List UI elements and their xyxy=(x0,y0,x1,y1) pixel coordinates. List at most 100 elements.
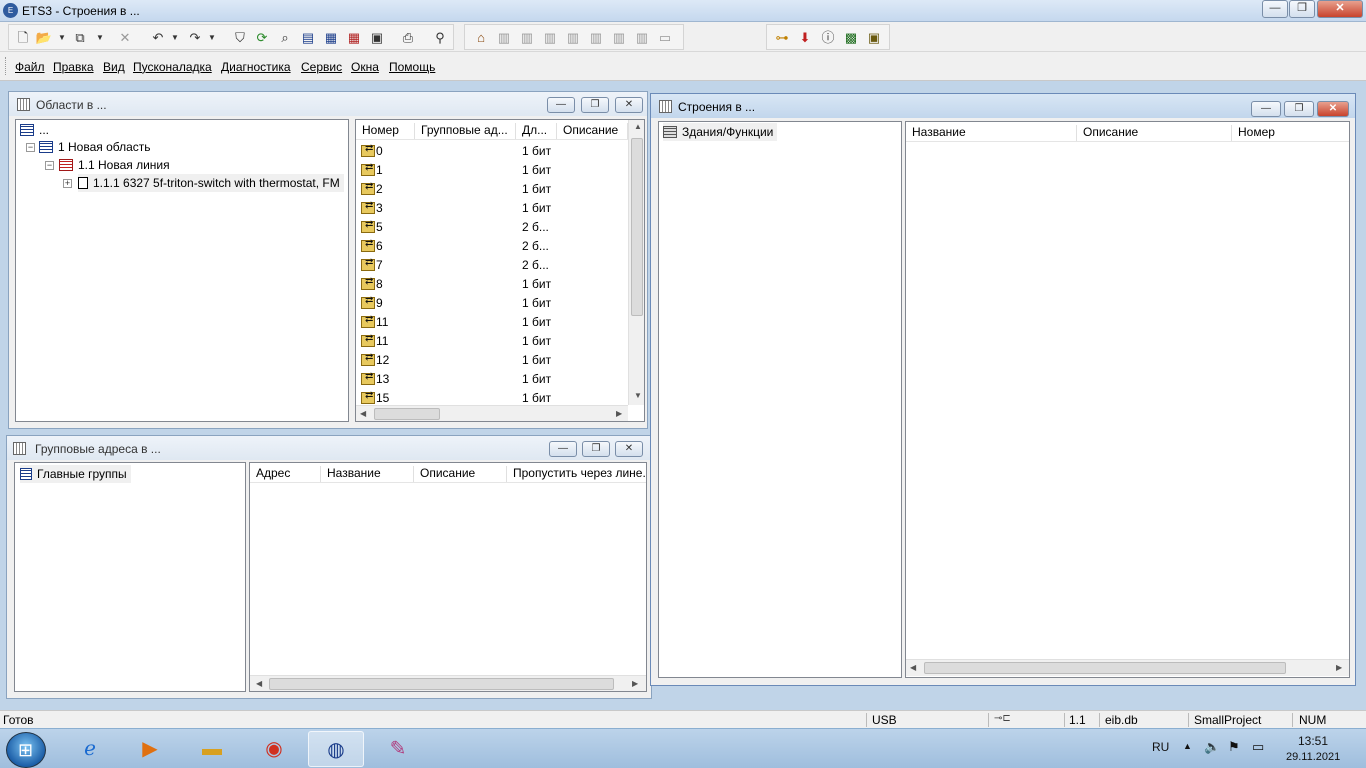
info-icon[interactable]: ⓘ xyxy=(819,29,837,47)
scroll-left-icon[interactable]: ◀ xyxy=(256,679,262,688)
areas-window-titlebar[interactable]: Области в ... — ❐ ✕ xyxy=(9,92,647,116)
list-row[interactable]: 5 2 б... xyxy=(356,218,628,237)
scroll-thumb[interactable] xyxy=(924,662,1286,674)
copy-icon[interactable]: ⧉ xyxy=(71,29,89,47)
group-minimize-button[interactable]: — xyxy=(549,441,577,457)
areas-minimize-button[interactable]: — xyxy=(547,97,575,113)
start-button[interactable] xyxy=(6,732,46,768)
column-header-name[interactable]: Название xyxy=(906,125,1077,141)
function-icon[interactable]: ▥ xyxy=(587,29,605,47)
menu-file[interactable]: Файл xyxy=(15,60,45,74)
function-icon[interactable]: ▥ xyxy=(633,29,651,47)
table-red-icon[interactable]: ▦ xyxy=(345,29,363,47)
building-icon[interactable]: ⌂ xyxy=(472,29,490,47)
column-header-pass-through-line[interactable]: Пропустить через лине... xyxy=(507,466,646,482)
clock-time[interactable]: 13:51 xyxy=(1298,734,1328,748)
scroll-up-icon[interactable]: ▲ xyxy=(634,122,642,131)
paint-icon[interactable]: ✎ xyxy=(370,731,426,767)
column-header-description[interactable]: Описание xyxy=(1077,125,1232,141)
list-row[interactable]: 1 1 бит xyxy=(356,161,628,180)
chrome-icon[interactable]: ◉ xyxy=(246,731,302,767)
list-row[interactable]: 8 1 бит xyxy=(356,275,628,294)
properties-icon[interactable]: ▤ xyxy=(299,29,317,47)
minimize-button[interactable]: — xyxy=(1262,0,1288,18)
menu-edit[interactable]: Правка xyxy=(53,60,94,74)
restore-button[interactable]: ❐ xyxy=(1289,0,1315,18)
menu-diagnostics[interactable]: Диагностика xyxy=(221,60,291,74)
list-row[interactable]: 12 1 бит xyxy=(356,351,628,370)
list-row[interactable]: 11 1 бит xyxy=(356,313,628,332)
language-indicator[interactable]: RU xyxy=(1152,740,1169,754)
menu-help[interactable]: Помощь xyxy=(389,60,435,74)
list-row[interactable]: 0 1 бит xyxy=(356,142,628,161)
function-icon[interactable]: ▥ xyxy=(518,29,536,47)
tree-item-area[interactable]: 1 Новая область xyxy=(39,138,151,156)
open-icon[interactable]: 📂 xyxy=(35,29,53,47)
menu-view[interactable]: Вид xyxy=(103,60,125,74)
binoculars-icon[interactable]: ⚲ xyxy=(431,29,449,47)
scroll-thumb[interactable] xyxy=(631,138,643,316)
list-row[interactable]: 7 2 б... xyxy=(356,256,628,275)
scroll-thumb[interactable] xyxy=(374,408,440,420)
filter-icon[interactable]: ⛉ xyxy=(231,29,249,47)
vertical-scrollbar[interactable]: ▲ ▼ xyxy=(628,120,644,405)
function-icon[interactable]: ▥ xyxy=(610,29,628,47)
group-restore-button[interactable]: ❐ xyxy=(582,441,610,457)
undo-dropdown-icon[interactable]: ▼ xyxy=(166,29,184,47)
list-row[interactable]: 11 1 бит xyxy=(356,332,628,351)
function-icon[interactable]: ▥ xyxy=(541,29,559,47)
areas-restore-button[interactable]: ❐ xyxy=(581,97,609,113)
areas-close-button[interactable]: ✕ xyxy=(615,97,643,113)
network-icon[interactable]: ▭ xyxy=(1252,739,1264,755)
list-row[interactable]: 2 1 бит xyxy=(356,180,628,199)
print-icon[interactable]: ⎙ xyxy=(399,29,417,47)
clock-date[interactable]: 29.11.2021 xyxy=(1286,751,1340,763)
buildings-restore-button[interactable]: ❐ xyxy=(1284,101,1314,117)
scroll-left-icon[interactable]: ◀ xyxy=(360,409,366,418)
column-header-group-addresses[interactable]: Групповые ад... xyxy=(415,123,516,139)
close-button[interactable]: ✕ xyxy=(1317,0,1363,18)
collapse-icon[interactable]: − xyxy=(26,143,35,152)
horizontal-scrollbar[interactable]: ◀ ▶ xyxy=(906,659,1349,676)
menu-commissioning[interactable]: Пусконаладка xyxy=(133,60,212,74)
column-header-number[interactable]: Номер xyxy=(356,123,415,139)
tree-item-device[interactable]: 1.1.1 6327 5f-triton-switch with thermos… xyxy=(78,174,344,192)
list-row[interactable]: 3 1 бит xyxy=(356,199,628,218)
bus-monitor-icon[interactable]: ▣ xyxy=(865,29,883,47)
buildings-close-button[interactable]: ✕ xyxy=(1317,101,1349,117)
column-header-name[interactable]: Название xyxy=(321,466,414,482)
explorer-icon[interactable]: ▬ xyxy=(184,731,240,767)
delete-icon[interactable]: ✕ xyxy=(116,29,134,47)
refresh-icon[interactable]: ⟳ xyxy=(253,29,271,47)
column-header-description[interactable]: Описание xyxy=(414,466,507,482)
panel-icon[interactable]: ▣ xyxy=(368,29,386,47)
column-header-length[interactable]: Дл... xyxy=(516,123,557,139)
find-icon[interactable]: ⌕ xyxy=(276,29,294,47)
tree-item-main-groups[interactable]: Главные группы xyxy=(20,465,131,483)
tree-item-buildings-functions[interactable]: Здания/Функции xyxy=(663,123,778,141)
download-icon[interactable]: ⬇ xyxy=(796,29,814,47)
collapse-icon[interactable]: − xyxy=(45,161,54,170)
scroll-right-icon[interactable]: ▶ xyxy=(616,409,622,418)
open-dropdown-icon[interactable]: ▼ xyxy=(53,29,71,47)
buildings-minimize-button[interactable]: — xyxy=(1251,101,1281,117)
function-icon[interactable]: ▥ xyxy=(564,29,582,47)
monitor-icon[interactable]: ▩ xyxy=(842,29,860,47)
list-row[interactable]: 9 1 бит xyxy=(356,294,628,313)
column-header-address[interactable]: Адрес xyxy=(250,466,321,482)
column-header-description[interactable]: Описание xyxy=(557,123,628,139)
buildings-window-titlebar[interactable]: Строения в ... — ❐ ✕ xyxy=(651,94,1355,118)
internet-explorer-icon[interactable]: ℯ xyxy=(62,731,118,767)
group-close-button[interactable]: ✕ xyxy=(615,441,643,457)
scroll-right-icon[interactable]: ▶ xyxy=(632,679,638,688)
list-row[interactable]: 6 2 б... xyxy=(356,237,628,256)
column-header-number[interactable]: Номер xyxy=(1232,125,1349,141)
scroll-left-icon[interactable]: ◀ xyxy=(910,663,916,672)
list-row[interactable]: 13 1 бит xyxy=(356,370,628,389)
ets3-taskbar-icon[interactable]: ◍ xyxy=(308,731,364,767)
redo-dropdown-icon[interactable]: ▼ xyxy=(203,29,221,47)
horizontal-scrollbar[interactable]: ◀ ▶ xyxy=(356,405,628,421)
menu-windows[interactable]: Окна xyxy=(351,60,379,74)
connector-icon[interactable]: ⊶ xyxy=(773,29,791,47)
new-icon[interactable]: 🗋 xyxy=(14,29,32,47)
